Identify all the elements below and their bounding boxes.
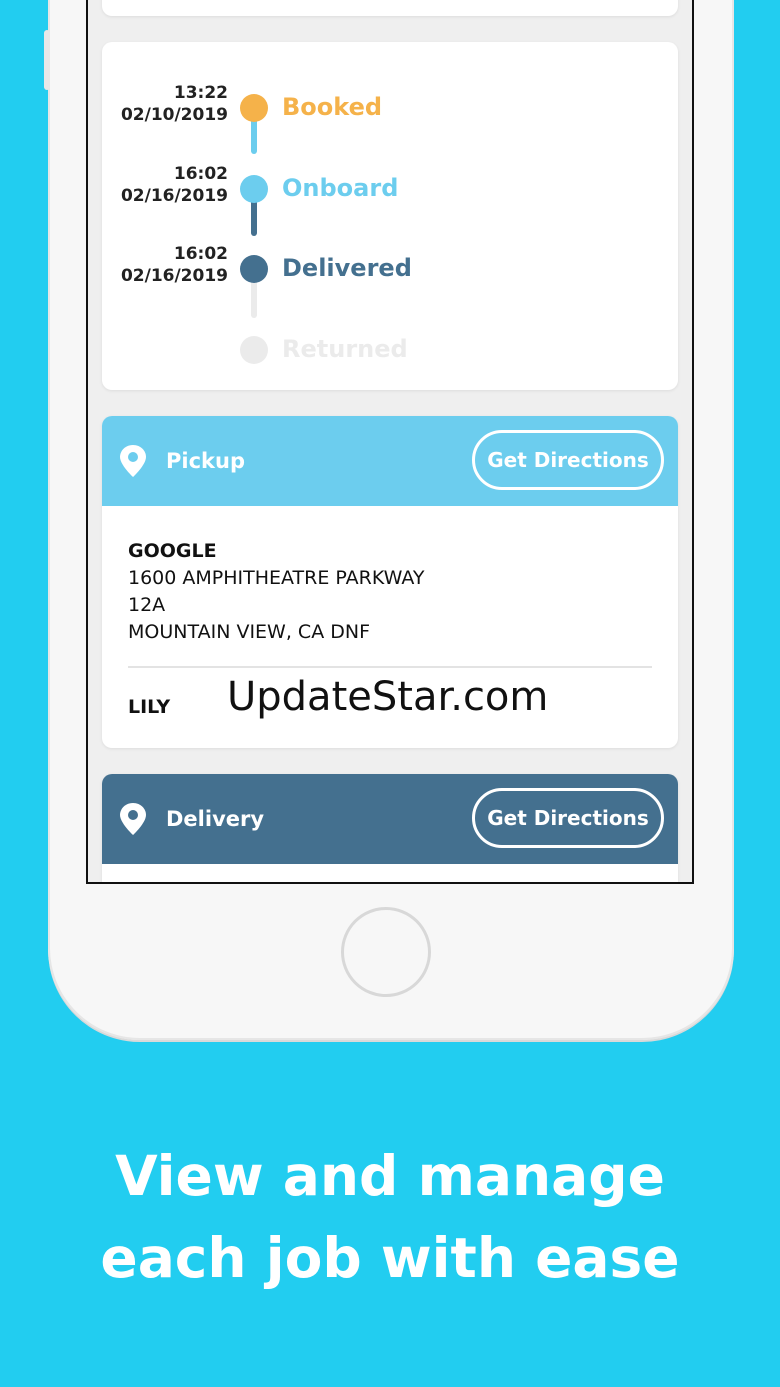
pickup-title: Pickup [166, 449, 245, 473]
app-screen: 13:22 02/10/2019 Booked 16:02 02/16/2019 O… [86, 0, 694, 884]
delivery-card: Delivery Get Directions [102, 774, 678, 882]
timeline-timestamp: 13:22 02/10/2019 [120, 83, 228, 125]
location-pin-icon [120, 445, 146, 477]
timeline-timestamp: 16:02 02/16/2019 [120, 244, 228, 286]
timeline-step-onboard: 16:02 02/16/2019 Onboard [102, 163, 678, 213]
address-line: 12A [128, 594, 166, 616]
status-label: Delivered [282, 254, 412, 282]
promo-caption: View and manage each job with ease [0, 1135, 780, 1299]
watermark-text: UpdateStar.com [227, 674, 549, 720]
phone-side-button [44, 30, 50, 90]
divider [128, 666, 652, 668]
status-dot [240, 175, 268, 203]
get-directions-button[interactable]: Get Directions [472, 430, 664, 490]
contact-name: LILY [128, 696, 171, 718]
delivery-title: Delivery [166, 807, 265, 831]
pickup-header: Pickup Get Directions [102, 416, 678, 506]
address-name: GOOGLE [128, 540, 217, 562]
delivery-header: Delivery Get Directions [102, 774, 678, 864]
get-directions-button[interactable]: Get Directions [472, 788, 664, 848]
timeline-step-delivered: 16:02 02/16/2019 Delivered [102, 243, 678, 293]
caption-line: View and manage [115, 1144, 665, 1208]
status-label: Onboard [282, 174, 399, 202]
previous-card [102, 0, 678, 16]
timeline-step-returned: Returned [102, 324, 678, 374]
status-timeline-card: 13:22 02/10/2019 Booked 16:02 02/16/2019 O… [102, 42, 678, 390]
status-label: Booked [282, 93, 383, 121]
status-dot [240, 336, 268, 364]
timeline-timestamp: 16:02 02/16/2019 [120, 164, 228, 206]
home-button[interactable] [341, 907, 431, 997]
status-label: Returned [282, 335, 408, 363]
status-dot [240, 255, 268, 283]
address-line: MOUNTAIN VIEW, CA DNF [128, 621, 370, 643]
pickup-address: GOOGLE 1600 AMPHITHEATRE PARKWAY 12A MOU… [128, 538, 425, 646]
caption-line: each job with ease [100, 1226, 680, 1290]
address-line: 1600 AMPHITHEATRE PARKWAY [128, 567, 425, 589]
status-dot [240, 94, 268, 122]
timeline-step-booked: 13:22 02/10/2019 Booked [102, 82, 678, 132]
location-pin-icon [120, 803, 146, 835]
